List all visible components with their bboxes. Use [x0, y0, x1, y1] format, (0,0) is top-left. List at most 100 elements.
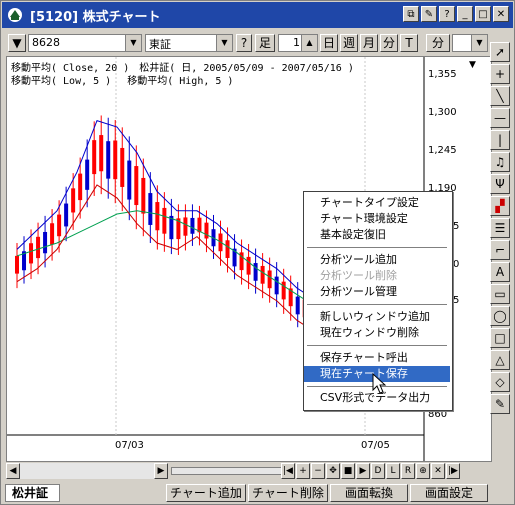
candle-body — [281, 281, 286, 300]
mouse-cursor-icon — [372, 373, 387, 394]
help-icon[interactable]: ? — [439, 6, 455, 22]
zoom-in-icon[interactable]: + — [296, 463, 310, 479]
bars-icon[interactable]: ▞ — [490, 196, 510, 216]
screen-settings-button[interactable]: 画面設定 — [410, 484, 488, 502]
candle-body — [246, 256, 251, 275]
chevron-down-icon[interactable]: ▼ — [125, 35, 141, 51]
menu-item-new-window[interactable]: 新しいウィンドウ追加 — [304, 309, 450, 325]
r-button[interactable]: R — [401, 463, 415, 479]
help-button[interactable]: ? — [236, 34, 252, 52]
candle-body — [36, 236, 41, 259]
interval-month-button[interactable]: 月 — [360, 34, 378, 52]
candle-body — [78, 173, 83, 201]
magnify-icon[interactable]: ⊕ — [416, 463, 430, 479]
square-icon[interactable]: □ — [490, 328, 510, 348]
pin-icon[interactable]: ✎ — [421, 6, 437, 22]
menu-item-load-chart[interactable]: 保存チャート呼出 — [304, 350, 450, 366]
tab-matsui[interactable]: 松井証 — [5, 484, 60, 502]
delete-chart-button[interactable]: チャート削除 — [248, 484, 328, 502]
jump-end-icon[interactable]: |▶ — [446, 463, 460, 479]
drawing-toolbar: ➚ + ╲ — | ♫ Ψ ▞ ☰ ⌐ A ▭ ◯ □ △ ◇ ✎ — [490, 42, 511, 416]
legend-dropdown-icon[interactable]: ▼ — [469, 60, 483, 72]
hline-icon[interactable]: — — [490, 108, 510, 128]
spinner-icon[interactable]: ▲ — [301, 35, 317, 51]
scroll-track[interactable] — [20, 463, 154, 479]
candle-body — [267, 270, 272, 289]
add-chart-button[interactable]: チャート追加 — [166, 484, 246, 502]
app-logo-icon — [6, 6, 24, 24]
chevron-down-icon[interactable]: ▼ — [216, 35, 232, 51]
switch-screen-button[interactable]: 画面転換 — [330, 484, 408, 502]
trendline-icon[interactable]: ╲ — [490, 86, 510, 106]
menu-item-add-tool[interactable]: 分析ツール追加 — [304, 252, 450, 268]
restore-icon[interactable]: ⧉ — [403, 6, 419, 22]
zoom-out-icon[interactable]: − — [311, 463, 325, 479]
text-icon[interactable]: A — [490, 262, 510, 282]
candle-body — [225, 240, 230, 259]
stock-code-select[interactable]: 8628 ▼ — [28, 34, 142, 52]
title-bar[interactable]: [5120] 株式チャート ⧉ ✎ ? _ □ ✕ — [2, 2, 513, 28]
menu-dropdown-button[interactable]: ▼ — [8, 34, 26, 52]
period-input[interactable]: 1 ▲ — [278, 34, 318, 52]
candle-body — [295, 296, 300, 315]
candle-body — [57, 214, 62, 237]
l-button[interactable]: L — [386, 463, 400, 479]
fork-icon[interactable]: Ψ — [490, 174, 510, 194]
minute-label[interactable]: 分 — [426, 34, 450, 52]
close-icon[interactable]: ✕ — [493, 6, 509, 22]
legend-line-2: 移動平均( Low, 5 ) 移動平均( High, 5 ) — [11, 76, 234, 87]
step-icon[interactable]: ⌐ — [490, 240, 510, 260]
box-icon[interactable]: ☰ — [490, 218, 510, 238]
ellipse-icon[interactable]: ◯ — [490, 306, 510, 326]
candle-body — [50, 223, 55, 245]
menu-item-reset-defaults[interactable]: 基本設定復旧 — [304, 227, 450, 243]
jump-start-icon[interactable]: |◀ — [281, 463, 295, 479]
bell-icon[interactable]: ♫ — [490, 152, 510, 172]
horizontal-scrollbar[interactable]: ◀ ▶ — [6, 463, 283, 479]
triangle-icon[interactable]: △ — [490, 350, 510, 370]
candle-body — [113, 140, 118, 180]
interval-minute-button[interactable]: 分 — [380, 34, 398, 52]
crosshair-icon[interactable]: + — [490, 64, 510, 84]
rect-icon[interactable]: ▭ — [490, 284, 510, 304]
status-bar: 松井証 チャート追加 チャート削除 画面転換 画面設定 — [2, 483, 513, 503]
play-icon[interactable]: ▶ — [356, 463, 370, 479]
menu-item-manage-tools[interactable]: 分析ツール管理 — [304, 284, 450, 300]
interval-day-button[interactable]: 日 — [320, 34, 338, 52]
candle-body — [253, 263, 258, 281]
menu-item-chart-type[interactable]: チャートタイプ設定 — [304, 195, 450, 211]
minimize-icon[interactable]: _ — [457, 6, 473, 22]
zoom-slider[interactable] — [171, 467, 283, 475]
market-select[interactable]: 東証 ▼ — [145, 34, 233, 52]
pointer-icon[interactable]: ➚ — [490, 42, 510, 62]
date-label: 07/03 — [115, 440, 144, 451]
interval-tick-button[interactable]: T — [400, 34, 418, 52]
interval-week-button[interactable]: 週 — [340, 34, 358, 52]
vline-icon[interactable]: | — [490, 130, 510, 150]
move-icon[interactable]: ✥ — [326, 463, 340, 479]
candle-body — [92, 140, 97, 175]
navigation-bar: |◀ + − ✥ ■ ▶ D L R ⊕ ✕ |▶ — [281, 463, 486, 479]
scroll-right-icon[interactable]: ▶ — [154, 463, 168, 479]
marker-icon[interactable]: ✎ — [490, 394, 510, 414]
candle-body — [274, 276, 279, 295]
maximize-icon[interactable]: □ — [475, 6, 491, 22]
candle-body — [260, 265, 265, 284]
eraser-icon[interactable]: ◇ — [490, 372, 510, 392]
candle-body — [183, 217, 188, 236]
stock-code-value: 8628 — [32, 36, 60, 49]
candle-body — [120, 147, 125, 187]
candle-body — [190, 217, 195, 234]
chevron-down-icon[interactable]: ▼ — [471, 35, 487, 51]
d-button[interactable]: D — [371, 463, 385, 479]
candle-body — [204, 222, 209, 239]
price-label: 1,355 — [428, 69, 457, 80]
scroll-left-icon[interactable]: ◀ — [6, 463, 20, 479]
minute-select[interactable]: ▼ — [452, 34, 488, 52]
close-chart-icon[interactable]: ✕ — [431, 463, 445, 479]
menu-item-chart-env[interactable]: チャート環境設定 — [304, 211, 450, 227]
period-label[interactable]: 足 — [255, 34, 275, 52]
stop-icon[interactable]: ■ — [341, 463, 355, 479]
price-label: 5 — [453, 295, 460, 306]
menu-item-delete-window[interactable]: 現在ウィンドウ削除 — [304, 325, 450, 341]
